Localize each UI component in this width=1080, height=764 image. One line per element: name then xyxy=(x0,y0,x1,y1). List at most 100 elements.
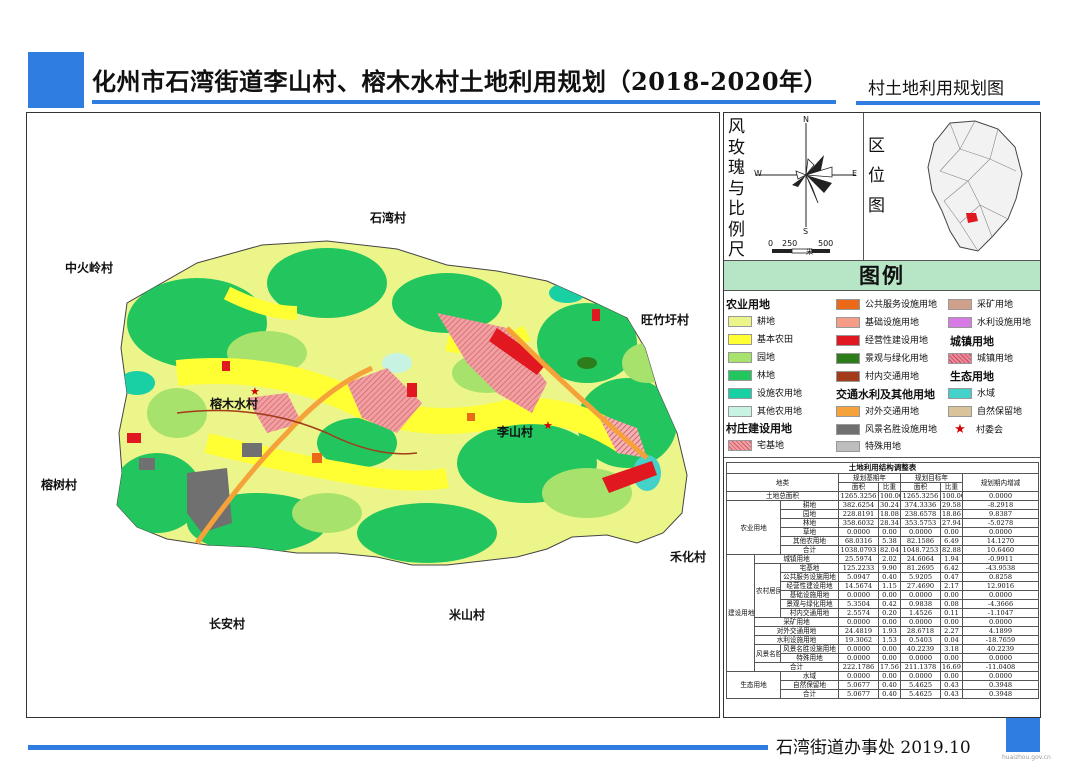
legend-item-caikuang: 采矿用地 xyxy=(948,298,1013,312)
row-label: 景观与绿化用地 xyxy=(780,599,839,609)
swatch xyxy=(728,316,752,327)
label-mishan-village: 米山村 xyxy=(449,608,486,622)
swatch xyxy=(728,440,752,451)
label-hehua-village: 禾化村 xyxy=(670,550,707,564)
row-label: 耕地 xyxy=(780,500,839,510)
table-cell: 0.08 xyxy=(940,599,963,609)
table-cell: 24.6064 xyxy=(900,554,941,564)
table-cell: 0.40 xyxy=(878,680,901,690)
swatch xyxy=(836,371,860,382)
label-shiwan-village: 石湾村 xyxy=(370,211,407,225)
table-cell: 3.18 xyxy=(940,644,963,654)
table-cell: 28.6718 xyxy=(900,626,941,636)
table-cell: 40.2239 xyxy=(900,644,941,654)
legend-item-gengdi: 耕地 xyxy=(728,315,775,329)
table-cell: 353.5753 xyxy=(900,518,941,528)
table-cell: 28.34 xyxy=(878,518,901,528)
table-cell: 0.40 xyxy=(878,689,901,699)
table-cell: 5.0947 xyxy=(838,572,879,582)
row-subgroup-label: 采矿用地 xyxy=(754,617,839,627)
label-rongshu-village: 榕树村 xyxy=(41,478,78,492)
table-cell: 16.69 xyxy=(940,662,963,672)
legend-item-duiwai: 对外交通用地 xyxy=(836,405,919,419)
table-cell: 0.00 xyxy=(940,617,963,627)
table-cell: 82.88 xyxy=(940,545,963,555)
table-row: 采矿用地 0.0000 0.00 0.0000 0.00 0.0000 xyxy=(727,617,1039,627)
table-cell: 0.3948 xyxy=(962,680,1039,690)
table-cell: 19.3062 xyxy=(838,635,879,645)
legend-item-sheshi: 设施农用地 xyxy=(728,387,802,401)
table-cell: 0.00 xyxy=(878,671,901,681)
table-cell: -5.0278 xyxy=(962,518,1039,528)
table-cell: 1048.7253 xyxy=(900,545,941,555)
row-label: 基础设施用地 xyxy=(780,590,839,600)
table-cell: 0.0000 xyxy=(900,653,941,663)
legend-item-ziran: 自然保留地 xyxy=(948,405,1022,419)
table-cell: 0.0000 xyxy=(900,527,941,537)
table-cell: 5.38 xyxy=(878,536,901,546)
table-cell: 18.08 xyxy=(878,509,901,519)
compass-e: E xyxy=(852,169,858,178)
table-cell: 374.3336 xyxy=(900,500,941,510)
legend-item-gonggong: 公共服务设施用地 xyxy=(836,298,937,312)
map-subtitle: 村土地利用规划图 xyxy=(868,79,1004,99)
row-label: 合计 xyxy=(780,545,839,555)
header-area: 面积 xyxy=(838,482,879,492)
table-cell: -4.3666 xyxy=(962,599,1039,609)
table-cell: 0.42 xyxy=(878,599,901,609)
table-row: 农业用地 耕地 382.6254 30.24 374.3336 29.58 -8.2918 xyxy=(726,500,1039,555)
swatch xyxy=(728,352,752,363)
table-cell: 0.20 xyxy=(878,608,901,618)
table-cell: 0.3948 xyxy=(962,689,1039,699)
table-title-row: 土地利用结构调整表 xyxy=(726,462,1039,474)
table-cell: 29.58 xyxy=(940,500,963,510)
swatch xyxy=(948,406,972,417)
table-cell: 82.04 xyxy=(878,545,901,555)
table-cell: 5.3504 xyxy=(838,599,879,609)
legend-item-jibennongtian: 基本农田 xyxy=(728,333,793,347)
row-label: 公共服务设施用地 xyxy=(780,572,839,582)
table-cell: 0.00 xyxy=(940,653,963,663)
legend-category-agri: 农业用地 xyxy=(726,298,770,311)
legend-item-cunweihui: ★ 村委会 xyxy=(948,423,1003,437)
table-cell: 12.9016 xyxy=(962,581,1039,591)
table-cell: 0.0000 xyxy=(900,617,941,627)
legend-category-eco: 生态用地 xyxy=(950,370,994,383)
legend-item-qitanong: 其他农用地 xyxy=(728,405,802,419)
table-cell: 5.9205 xyxy=(900,572,941,582)
table-cell: 0.0000 xyxy=(962,491,1039,501)
table-title: 土地利用结构调整表 xyxy=(726,462,1039,474)
row-label: 水域 xyxy=(780,671,839,681)
legend-category-transport: 交通水利及其他用地 xyxy=(836,388,935,401)
table-cell: 0.47 xyxy=(940,572,963,582)
footer-blue-block xyxy=(1006,718,1040,752)
side-panel: 风玫瑰与比例尺 N S E W 0 250 500 米 区位图 图例 农业用地 … xyxy=(723,112,1041,718)
table-cell: -0.9911 xyxy=(962,554,1039,564)
row-label: 合计 xyxy=(780,689,839,699)
swatch xyxy=(836,424,860,435)
location-map-panel: 区位图 xyxy=(864,113,1040,261)
table-cell: 0.43 xyxy=(940,689,963,699)
table-cell: 125.2233 xyxy=(838,563,879,573)
title-underline xyxy=(92,100,836,104)
header-base-year: 规划基期年 xyxy=(838,473,901,483)
table-cell: 0.0000 xyxy=(900,590,941,600)
table-cell: 0.00 xyxy=(940,590,963,600)
table-cell: 1.15 xyxy=(878,581,901,591)
row-label: 村内交通用地 xyxy=(780,608,839,618)
swatch xyxy=(948,317,972,328)
table-cell: -43.9538 xyxy=(962,563,1039,573)
swatch xyxy=(948,353,972,364)
scale-500: 500 xyxy=(818,239,834,248)
table-cell: 358.6032 xyxy=(838,518,879,528)
table-cell: 5.0677 xyxy=(838,689,879,699)
legend-title: 图例 xyxy=(724,261,1040,291)
table-cell: 0.9838 xyxy=(900,599,941,609)
location-map-icon xyxy=(927,120,1023,252)
star-icon: ★ xyxy=(954,422,966,437)
table-cell: -11.0408 xyxy=(962,662,1039,672)
row-subgroup-label: 合计 xyxy=(754,662,839,672)
table-cell: 5.4625 xyxy=(900,680,941,690)
table-cell: 0.8258 xyxy=(962,572,1039,582)
swatch xyxy=(728,370,752,381)
